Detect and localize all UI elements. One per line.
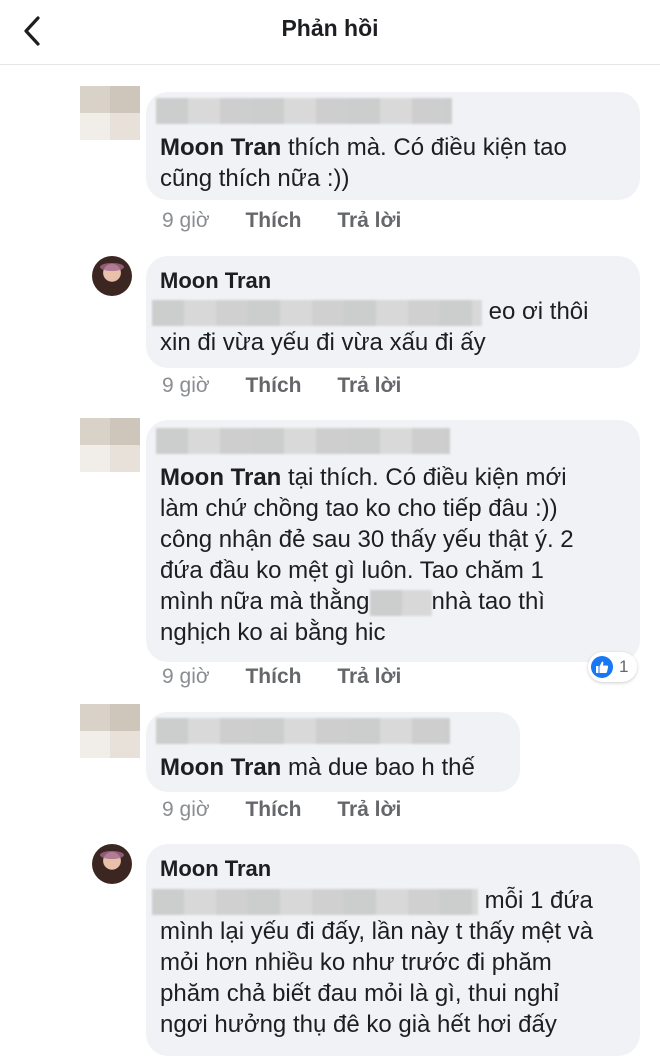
page-title: Phản hồi — [281, 15, 379, 41]
comment-line: mình lại yếu đi đấy, lần này t thấy mệt … — [160, 918, 594, 945]
comment-line: mỏi hơn nhiều ko như trước đi phăm — [160, 949, 552, 976]
comment-text: eo ơi thôi xin đi vừa yếu đi vừa xấu đi … — [152, 296, 588, 358]
comment-author[interactable]: Moon Tran — [160, 856, 271, 882]
comment-bubble: Moon Tran thích mà. Có điều kiện tao cũn… — [146, 92, 640, 200]
avatar[interactable] — [92, 844, 132, 884]
comment-actions: 9 giờ Thích Trả lời — [162, 798, 431, 822]
header-bar: Phản hồi — [0, 0, 660, 65]
blurred-word — [369, 589, 432, 616]
blurred-mention — [152, 888, 478, 915]
avatar[interactable] — [80, 418, 140, 472]
comment-actions: 9 giờ Thích Trả lời — [162, 374, 431, 398]
comment-author[interactable]: Moon Tran — [160, 268, 271, 294]
comment-line: mỗi 1 đứa — [484, 887, 593, 914]
like-button[interactable]: Thích — [245, 209, 301, 232]
comment-actions: 9 giờ Thích Trả lời — [162, 665, 431, 689]
blurred-name — [156, 428, 450, 454]
comment-line: ngơi hưởng thụ đê ko già hết hơi đấy — [160, 1011, 557, 1038]
blurred-mention — [152, 299, 482, 326]
reply-button[interactable]: Trả lời — [337, 665, 401, 688]
comment-actions: 9 giờ Thích Trả lời — [162, 209, 431, 233]
comment-line: tại thích. Có điều kiện mới — [288, 464, 567, 491]
comment-line: phăm chả biết đau mỏi là gì, thui nghỉ — [160, 980, 559, 1007]
comment-time: 9 giờ — [162, 798, 210, 821]
reply-button[interactable]: Trả lời — [337, 209, 401, 232]
comment-line: cũng thích nữa :)) — [160, 165, 350, 192]
comment-line: mình nữa mà thằng — [160, 588, 370, 615]
comment-line: công nhận đẻ sau 30 thấy yếu thật ý. 2 — [160, 526, 574, 553]
comment-line: làm chứ chồng tao ko cho tiếp đâu :)) — [160, 495, 558, 522]
comment-bubble: Moon Tran mà due bao h thế — [146, 712, 520, 792]
comment-line: xin đi vừa yếu đi vừa xấu đi ấy — [160, 329, 486, 356]
comment-bubble: Moon Tran tại thích. Có điều kiện mới là… — [146, 420, 640, 662]
comment-line: nghịch ko ai bằng hic — [160, 619, 386, 646]
comment-line: thích mà. Có điều kiện tao — [288, 134, 567, 161]
comment-time: 9 giờ — [162, 665, 210, 688]
comment-bubble: Moon Tran eo ơi thôi xin đi vừa yếu đi v… — [146, 256, 640, 368]
avatar[interactable] — [80, 704, 140, 758]
comment-time: 9 giờ — [162, 209, 210, 232]
mention-moon-tran[interactable]: Moon Tran — [160, 464, 281, 491]
like-button[interactable]: Thích — [245, 665, 301, 688]
like-button[interactable]: Thích — [245, 798, 301, 821]
like-button[interactable]: Thích — [245, 374, 301, 397]
mention-moon-tran[interactable]: Moon Tran — [160, 134, 281, 161]
blurred-name — [156, 98, 452, 124]
thumbs-up-icon — [591, 656, 613, 678]
comment-time: 9 giờ — [162, 374, 210, 397]
reaction-number: 1 — [619, 657, 629, 676]
avatar[interactable] — [92, 256, 132, 296]
comment-line: mà due bao h thế — [288, 754, 475, 781]
comment-text: Moon Tran thích mà. Có điều kiện tao cũn… — [160, 132, 567, 194]
avatar[interactable] — [80, 86, 140, 140]
comment-line: đứa đầu ko mệt gì luôn. Tao chăm 1 — [160, 557, 544, 584]
reaction-count[interactable]: 1 — [588, 652, 638, 682]
comment-text: Moon Tran tại thích. Có điều kiện mới là… — [160, 462, 574, 648]
comment-text: Moon Tran mà due bao h thế — [160, 752, 475, 783]
reply-button[interactable]: Trả lời — [337, 798, 401, 821]
comment-line: nhà tao thì — [431, 588, 545, 615]
comment-line: eo ơi thôi — [488, 298, 589, 325]
comment-bubble: Moon Tran mỗi 1 đứa mình lại yếu đi đấy,… — [146, 844, 640, 1056]
blurred-name — [156, 718, 450, 744]
comment-text: mỗi 1 đứa mình lại yếu đi đấy, lần này t… — [152, 885, 593, 1040]
mention-moon-tran[interactable]: Moon Tran — [160, 754, 281, 781]
reply-button[interactable]: Trả lời — [337, 374, 401, 397]
